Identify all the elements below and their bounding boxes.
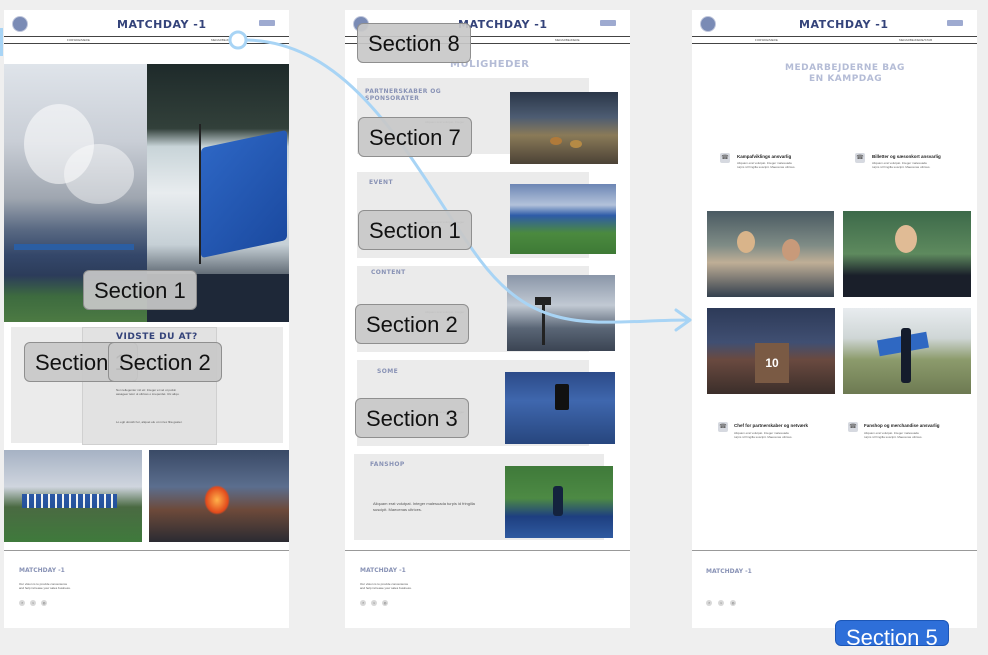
twitter-icon[interactable]: t: [718, 600, 724, 606]
photo-event-stadium: [510, 184, 616, 254]
footer-text: Our vision is to provide convenience and…: [360, 582, 412, 590]
nav-link-right[interactable]: MEDARBEJDERE: [555, 38, 580, 42]
intro-text: Non tellegenter mit elr. Integer et vel …: [116, 388, 180, 396]
section-text-fanshop: Aliquam erat volutpat. Integer malesuada…: [373, 501, 475, 512]
section-label-fanshop: FANSHOP: [370, 461, 405, 468]
nav-divider-bottom: [692, 43, 977, 44]
nav-link-right[interactable]: MEDARBEJDERE: [211, 38, 236, 42]
brand-title[interactable]: MATCHDAY -1: [799, 18, 889, 31]
nav-divider-bottom: [4, 43, 289, 44]
footer-brand: MATCHDAY -1: [706, 568, 752, 575]
phone-icon: ☎: [720, 153, 730, 163]
facebook-icon[interactable]: f: [360, 600, 366, 606]
phone-icon: ☎: [855, 153, 865, 163]
section-label-some: SOME: [377, 368, 399, 375]
section-label-content: CONTENT: [371, 269, 406, 276]
brand-title[interactable]: MATCHDAY -1: [117, 18, 207, 31]
photo-team-walkout: [4, 450, 142, 542]
nav-link-right[interactable]: MEDARBEJDERE/STAB: [899, 38, 932, 42]
section-label-event: EVENT: [369, 179, 393, 186]
photo-some-phone: [505, 372, 615, 444]
role-desc-tickets: Aliquam erat volutpat. Integer malesuada…: [872, 161, 931, 169]
nav-link-left[interactable]: FORSIDE/MERE: [67, 38, 90, 42]
nav-link-left[interactable]: FORSIDE/MERE: [755, 38, 778, 42]
header-button[interactable]: [947, 20, 963, 26]
section-tag-2-page2[interactable]: Section 2: [355, 304, 469, 344]
header-button[interactable]: [600, 20, 616, 26]
section-tag-3[interactable]: Section 3: [355, 398, 469, 438]
section-tag-8[interactable]: Section 8: [357, 23, 471, 63]
footer-divider: [345, 550, 630, 551]
photo-staff-flag: [843, 308, 971, 394]
instagram-icon[interactable]: ◎: [382, 600, 388, 606]
twitter-icon[interactable]: t: [30, 600, 36, 606]
instagram-icon[interactable]: ◎: [41, 600, 47, 606]
photo-pyro-fans: [149, 450, 289, 542]
section-label-partnerships: PARTNERSKABER OG SPONSORATER: [365, 88, 442, 102]
intro-title: VIDSTE DU AT?: [116, 332, 198, 342]
photo-staff-woman: [843, 211, 971, 297]
section-tag-1-page2[interactable]: Section 1: [358, 210, 472, 250]
role-title-match: Kampafviklings ansvarlig: [737, 154, 792, 159]
photo-fanshop-player: [505, 466, 613, 538]
photo-partnership-food: [510, 92, 618, 164]
page-frame-home: MATCHDAY -1 FORSIDE/MERE MEDARBEJDERE VI…: [4, 10, 289, 628]
brand-title[interactable]: MATCHDAY -1: [458, 18, 548, 31]
section-tag-7[interactable]: Section 7: [358, 117, 472, 157]
phone-icon: ☎: [848, 422, 858, 432]
role-title-partners: Chef for partnerskaber og netværk: [734, 423, 809, 428]
footer-brand: MATCHDAY -1: [19, 567, 65, 574]
footer-divider: [692, 550, 977, 551]
nav-divider-top: [4, 36, 289, 37]
frame-edge-marker: [0, 28, 3, 56]
page-title-line1: MEDARBEJDERNE BAG: [785, 63, 905, 73]
club-logo[interactable]: [12, 16, 28, 32]
footer-divider: [4, 550, 289, 551]
role-desc-fanshop: Aliquam erat volutpat. Integer malesuada…: [864, 431, 923, 439]
facebook-icon[interactable]: f: [19, 600, 25, 606]
club-logo[interactable]: [700, 16, 716, 32]
role-desc-match: Aliquam erat volutpat. Integer malesuada…: [737, 161, 796, 169]
section-tag-2[interactable]: Section 2: [108, 342, 222, 382]
section-tag-1[interactable]: Section 1: [83, 270, 197, 310]
intro-small-text: Lo egit utrosib hor, aliquet elu ut mi l…: [116, 420, 183, 424]
photo-staff-signing: [707, 211, 834, 297]
role-title-fanshop: Fanshop og merchandise ansvarlig: [864, 423, 940, 428]
instagram-icon[interactable]: ◎: [730, 600, 736, 606]
page-frame-staff: MATCHDAY -1 FORSIDE/MERE MEDARBEJDERE/ST…: [692, 10, 977, 628]
photo-staff-jersey: 10: [707, 308, 835, 394]
role-title-tickets: Billetter og sæsonkort ansvarlig: [872, 154, 941, 159]
page-title-line2: EN KAMPDAG: [809, 74, 883, 84]
photo-content-camera: [507, 275, 615, 351]
twitter-icon[interactable]: t: [371, 600, 377, 606]
nav-divider-top: [692, 36, 977, 37]
footer-text: Our vision is to provide convenience and…: [19, 582, 71, 590]
role-desc-partners: Aliquam erat volutpat. Integer malesuada…: [734, 431, 793, 439]
phone-icon: ☎: [718, 422, 728, 432]
section-tag-5[interactable]: Section 5: [835, 620, 949, 650]
facebook-icon[interactable]: f: [706, 600, 712, 606]
footer-brand: MATCHDAY -1: [360, 567, 406, 574]
header-button[interactable]: [259, 20, 275, 26]
